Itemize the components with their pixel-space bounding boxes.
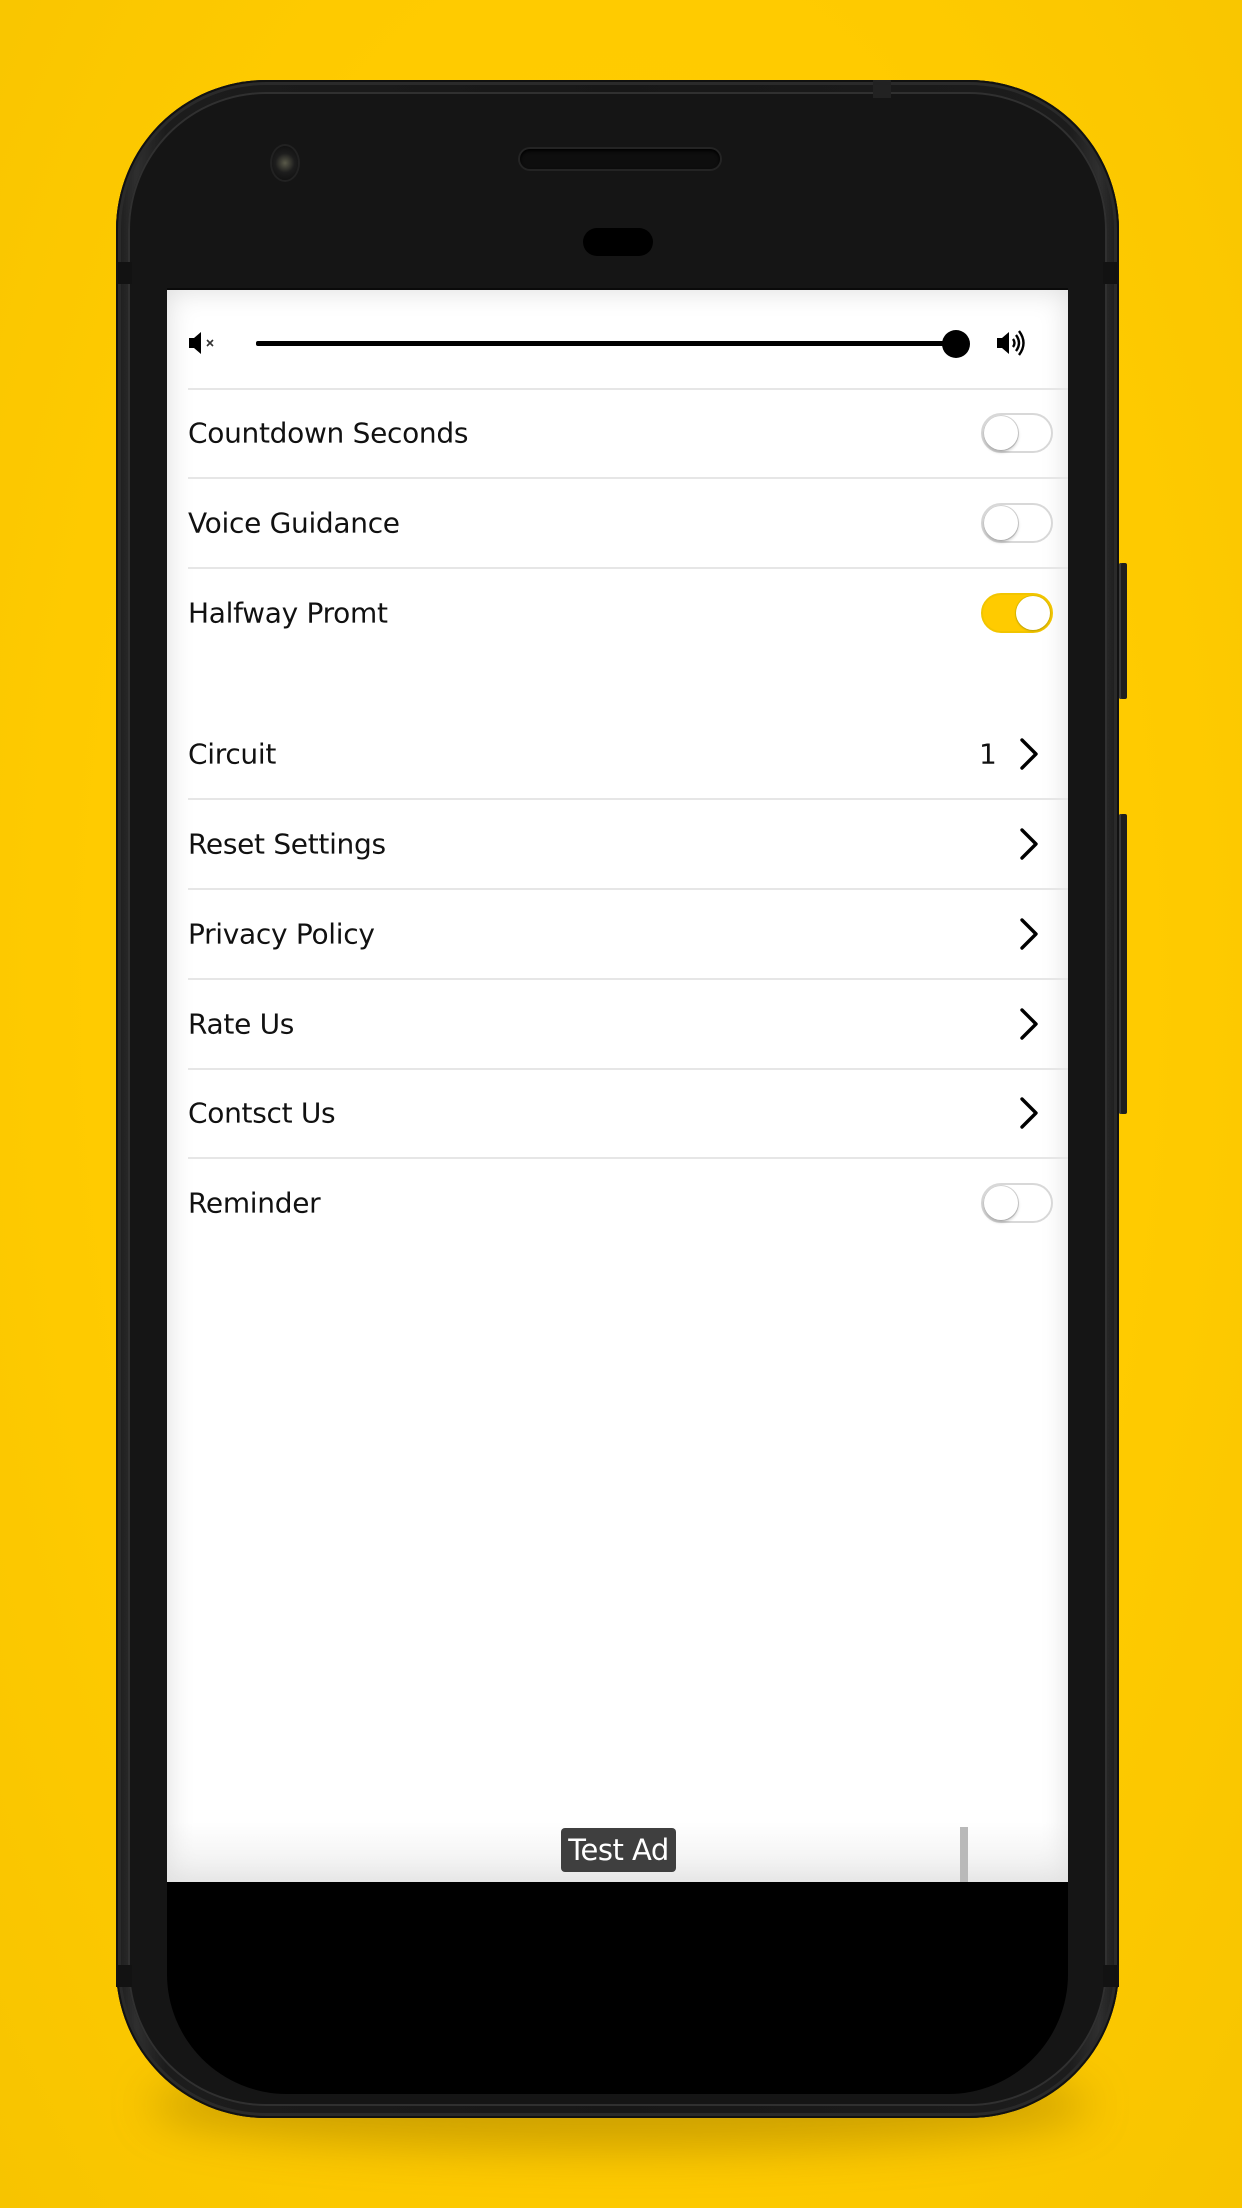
chevron-right-icon[interactable] — [1017, 827, 1041, 861]
setting-row-countdown-seconds[interactable]: Countdown Seconds — [167, 389, 1068, 477]
setting-label: Voice Guidance — [188, 506, 400, 540]
setting-row-rate-us[interactable]: Rate Us — [167, 980, 1068, 1068]
volume-rocker — [1119, 814, 1127, 1114]
phone-right-band — [1103, 262, 1119, 284]
toggle-knob — [984, 1186, 1018, 1220]
setting-row-circuit[interactable]: Circuit 1 — [167, 710, 1068, 798]
phone-top-antenna-line — [873, 80, 891, 98]
chevron-right-icon[interactable] — [1017, 1096, 1041, 1130]
volume-slider-track[interactable] — [256, 341, 956, 346]
phone-left-band — [116, 262, 132, 284]
toggle-knob — [984, 416, 1018, 450]
setting-row-privacy-policy[interactable]: Privacy Policy — [167, 890, 1068, 978]
countdown-seconds-toggle[interactable] — [981, 413, 1053, 453]
setting-row-reminder[interactable]: Reminder — [167, 1159, 1068, 1247]
setting-label: Rate Us — [188, 1007, 295, 1041]
setting-label: Reset Settings — [188, 827, 386, 861]
setting-row-reset-settings[interactable]: Reset Settings — [167, 800, 1068, 888]
power-button — [1119, 563, 1127, 699]
setting-label: Privacy Policy — [188, 917, 375, 951]
setting-label: Reminder — [188, 1186, 321, 1220]
halfway-promt-toggle[interactable] — [981, 593, 1053, 633]
chevron-right-icon[interactable] — [1017, 1007, 1041, 1041]
volume-mute-icon[interactable] — [187, 330, 221, 356]
chevron-right-icon[interactable] — [1017, 737, 1041, 771]
setting-row-voice-guidance[interactable]: Voice Guidance — [167, 479, 1068, 567]
setting-row-contsct-us[interactable]: Contsct Us — [167, 1069, 1068, 1157]
proximity-sensor — [583, 228, 653, 256]
earpiece-speaker — [520, 149, 720, 169]
setting-row-halfway-promt[interactable]: Halfway Promt — [167, 569, 1068, 657]
volume-high-icon[interactable] — [995, 328, 1029, 358]
phone-right-band-bottom — [1103, 1965, 1119, 1987]
voice-guidance-toggle[interactable] — [981, 503, 1053, 543]
volume-control — [167, 290, 1068, 390]
front-camera-icon — [272, 146, 298, 180]
setting-label: Contsct Us — [188, 1096, 336, 1130]
test-ad-badge[interactable]: Test Ad — [561, 1828, 676, 1872]
toggle-knob — [1016, 596, 1050, 630]
phone-left-band-bottom — [116, 1965, 132, 1987]
setting-label: Circuit — [188, 737, 277, 771]
reminder-toggle[interactable] — [981, 1183, 1053, 1223]
setting-label: Halfway Promt — [188, 596, 388, 630]
volume-slider-thumb[interactable] — [942, 330, 970, 358]
toggle-knob — [984, 506, 1018, 540]
setting-label: Countdown Seconds — [188, 416, 469, 450]
app-screen: Countdown Seconds Voice Guidance Halfway P… — [167, 288, 1068, 1882]
ad-banner-divider — [960, 1827, 968, 1882]
circuit-value: 1 — [979, 737, 997, 771]
chevron-right-icon[interactable] — [1017, 917, 1041, 951]
